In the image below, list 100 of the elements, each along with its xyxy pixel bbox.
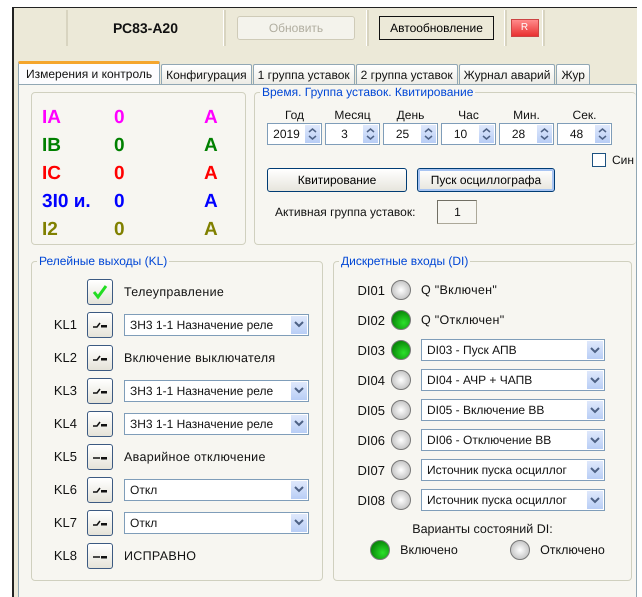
field-label: Год — [284, 107, 304, 123]
chevron-down-icon[interactable] — [294, 321, 304, 328]
field-label: Сек. — [572, 107, 596, 123]
device-name: РС83-А20 — [112, 20, 178, 36]
field-label: Мин. — [513, 107, 540, 123]
active-group-value: 1 — [437, 200, 478, 224]
relay-name: KL1 — [52, 317, 78, 332]
chevron-down-icon[interactable] — [294, 387, 304, 394]
chevron-down-icon[interactable] — [590, 346, 600, 354]
chevron-down-icon[interactable] — [590, 436, 600, 444]
switch-contact-icon — [92, 420, 108, 428]
tab[interactable]: Жур — [556, 64, 590, 84]
tab[interactable]: Журнал аварий — [458, 64, 556, 84]
relay-contact-button[interactable] — [87, 344, 113, 370]
measurement-unit: A — [204, 218, 218, 242]
chevron-down-icon[interactable] — [590, 496, 600, 504]
relay-contact-button[interactable] — [87, 378, 113, 404]
relay-name: KL3 — [52, 383, 78, 398]
check-button[interactable] — [87, 278, 113, 304]
input-dropdown[interactable]: Источник пуска осциллог — [421, 459, 605, 481]
relay-dropdown[interactable]: Откл — [124, 512, 309, 534]
field-label: День — [396, 107, 424, 123]
relay-name: KL4 — [52, 416, 78, 431]
measurement-name: IC — [42, 162, 62, 186]
field-label: Месяц — [334, 107, 371, 123]
measurement-name: IA — [42, 106, 62, 130]
relay-contact-button[interactable] — [87, 510, 113, 536]
input-label: Q "Включен" — [421, 283, 498, 297]
group-title: Время. Группа уставок. Квитирование — [260, 85, 476, 99]
spin-field[interactable]: 48 — [557, 123, 612, 145]
spin-arrows-icon[interactable] — [598, 127, 607, 141]
relay-contact-button[interactable] — [87, 410, 113, 436]
relay-name: KL2 — [52, 350, 78, 365]
spin-field[interactable]: 2019 — [267, 123, 322, 145]
input-name: DI07 — [356, 462, 386, 478]
relay-contact-button[interactable] — [87, 444, 113, 470]
relay-label: Телеуправление — [124, 284, 224, 298]
spin-arrows-icon[interactable] — [482, 127, 491, 141]
input-dropdown[interactable]: DI03 - Пуск АПВ — [421, 339, 605, 361]
measurement-name: I2 — [42, 218, 59, 242]
tab[interactable]: Измерения и контроль — [18, 61, 160, 84]
chevron-down-icon[interactable] — [294, 519, 304, 526]
switch-contact-icon — [92, 354, 108, 362]
status-indicator: R — [510, 19, 538, 37]
chevron-down-icon[interactable] — [590, 466, 600, 474]
measurement-unit: A — [204, 162, 218, 186]
relay-contact-button[interactable] — [87, 542, 113, 568]
switch-contact-icon — [92, 320, 108, 328]
tab[interactable]: 1 группа уставок — [252, 64, 355, 84]
measurement-name: 3I0 и. — [42, 190, 92, 214]
group-title: Релейные выходы (KL) — [37, 254, 170, 268]
spin-field[interactable]: 3 — [325, 123, 380, 145]
group-title: Дискретные входы (DI) — [339, 254, 470, 268]
spin-field[interactable]: 28 — [499, 123, 554, 145]
relay-label: Включение выключателя — [124, 350, 276, 364]
spin-arrows-icon[interactable] — [308, 127, 317, 141]
chevron-down-icon[interactable] — [590, 376, 600, 384]
chevron-down-icon[interactable] — [294, 420, 304, 427]
relay-dropdown[interactable]: ЗН3 1-1 Назначение реле — [124, 314, 309, 336]
chevron-down-icon[interactable] — [590, 406, 600, 414]
relay-contact-button[interactable] — [87, 312, 113, 338]
input-dropdown[interactable]: DI05 - Включение ВВ — [421, 399, 605, 421]
checkbox[interactable] — [592, 153, 606, 167]
measurement-value: 0 — [114, 218, 126, 242]
relay-dropdown[interactable]: ЗН3 1-1 Назначение реле — [124, 380, 309, 402]
action-button[interactable]: Квитирование — [267, 168, 407, 192]
legend-title: Варианты состояний DI: — [411, 522, 554, 536]
relay-contact-button[interactable] — [87, 476, 113, 502]
checkbox-label: Син — [612, 153, 634, 167]
active-group-label: Активная группа уставок: — [275, 205, 416, 219]
tab[interactable]: Конфигурация — [161, 64, 252, 84]
field-label: Час — [458, 107, 479, 123]
switch-contact-icon — [92, 518, 108, 526]
check-icon — [92, 284, 108, 300]
measurement-unit: A — [204, 190, 218, 214]
spin-arrows-icon[interactable] — [366, 127, 375, 141]
input-name: DI05 — [356, 402, 386, 418]
relay-name: KL6 — [52, 482, 78, 497]
measurement-value: 0 — [114, 190, 126, 214]
input-name: DI02 — [356, 312, 386, 328]
relay-dropdown[interactable]: ЗН3 1-1 Назначение реле — [124, 412, 309, 434]
spin-field[interactable]: 25 — [383, 123, 438, 145]
input-dropdown[interactable]: DI04 - АЧР + ЧАПВ — [421, 369, 605, 391]
input-dropdown[interactable]: DI06 - Отключение ВВ — [421, 429, 605, 451]
spin-arrows-icon[interactable] — [540, 127, 549, 141]
input-name: DI01 — [356, 282, 386, 298]
tab[interactable]: 2 группа уставок — [356, 64, 458, 84]
relay-name: KL5 — [52, 449, 78, 464]
legend-label: Отключено — [540, 543, 605, 557]
input-name: DI04 — [356, 372, 386, 388]
spin-arrows-icon[interactable] — [424, 127, 433, 141]
input-dropdown[interactable]: Источник пуска осциллог — [421, 489, 605, 511]
spin-field[interactable]: 10 — [441, 123, 496, 145]
input-label: Q "Отключен" — [421, 313, 504, 327]
action-button[interactable]: Пуск осциллографа — [417, 168, 555, 192]
relay-dropdown[interactable]: Откл — [124, 478, 309, 500]
chevron-down-icon[interactable] — [294, 486, 304, 493]
relay-label: Аварийное отключение — [124, 450, 266, 464]
measurement-name: IB — [42, 134, 62, 158]
auto-refresh-button[interactable]: Автообновление — [379, 16, 494, 40]
